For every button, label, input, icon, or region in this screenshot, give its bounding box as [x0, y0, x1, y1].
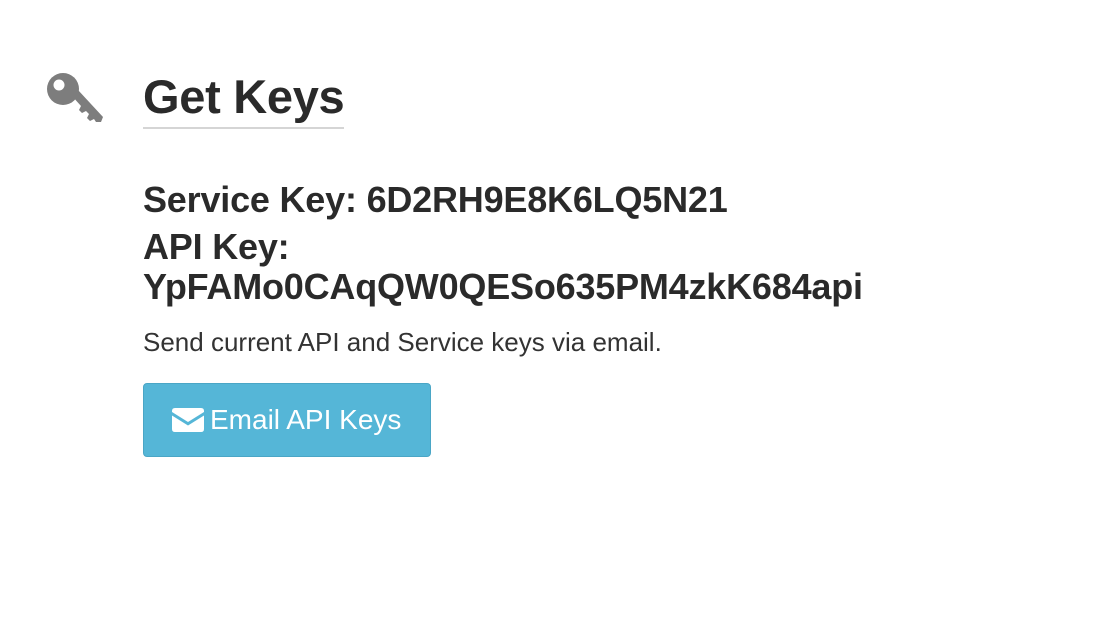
envelope-icon	[172, 408, 204, 432]
email-hint-text: Send current API and Service keys via em…	[143, 327, 662, 357]
service-key-value: 6D2RH9E8K6LQ5N21	[366, 179, 728, 220]
api-key-line: API Key: YpFAMo0CAqQW0QESo635PM4zkK684ap…	[143, 227, 1023, 307]
key-icon	[47, 73, 103, 122]
service-key-label: Service Key:	[143, 179, 357, 220]
service-key-line: Service Key: 6D2RH9E8K6LQ5N21	[143, 180, 1073, 220]
api-key-label: API Key:	[143, 226, 290, 267]
email-api-keys-button[interactable]: Email API Keys	[143, 383, 432, 457]
page-title: Get Keys	[143, 68, 345, 129]
api-key-value: YpFAMo0CAqQW0QESo635PM4zkK684api	[143, 266, 863, 307]
email-api-keys-button-label: Email API Keys	[210, 404, 402, 435]
main-content: Get Keys Service Key: 6D2RH9E8K6LQ5N21 A…	[143, 68, 1073, 457]
